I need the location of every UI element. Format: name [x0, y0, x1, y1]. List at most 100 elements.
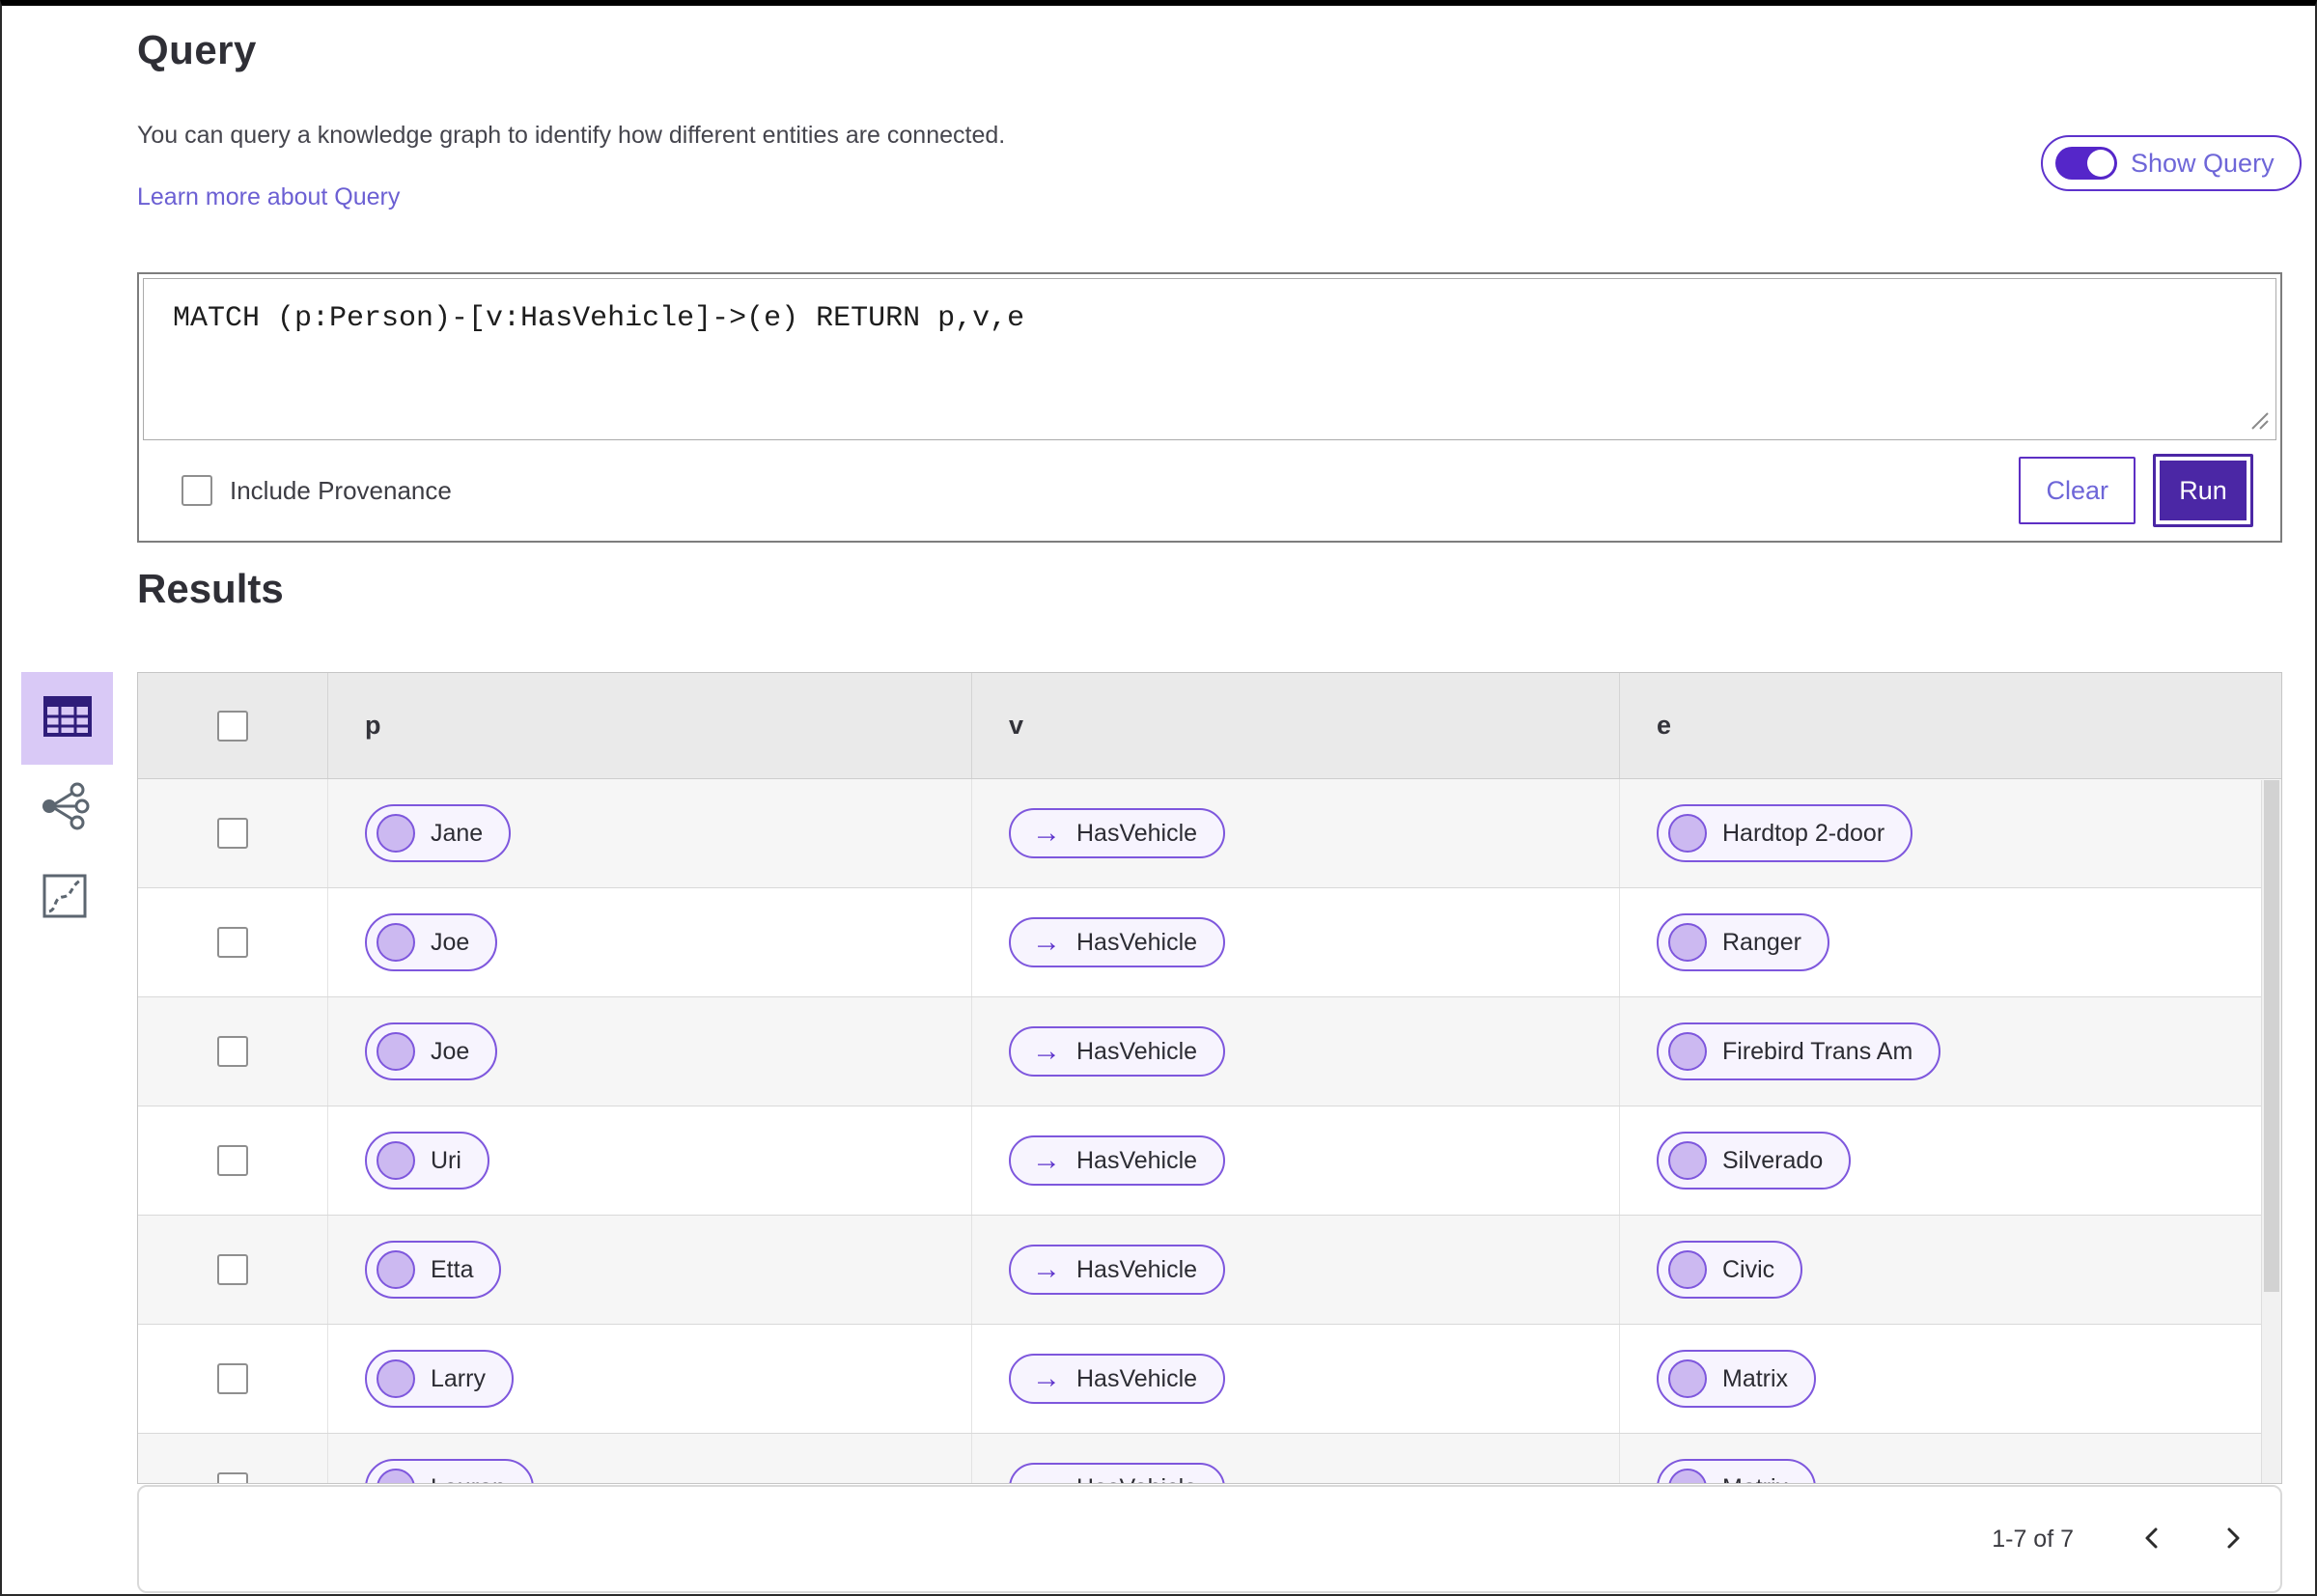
sidebar-item-table-view[interactable] [21, 672, 113, 765]
node-circle-icon [377, 1469, 415, 1483]
table-row: Uri → HasVehicle Silverado [138, 1106, 2281, 1216]
query-console-page: Query You can query a knowledge graph to… [0, 0, 2317, 1596]
select-all-checkbox[interactable] [217, 710, 248, 742]
node-pill-e[interactable]: Ranger [1657, 913, 1829, 971]
edge-label: HasVehicle [1076, 1255, 1198, 1283]
column-header-e[interactable]: e [1619, 673, 2281, 778]
node-circle-icon [1668, 1250, 1707, 1289]
toggle-switch-icon[interactable] [2055, 147, 2117, 180]
node-label: Firebird Trans Am [1722, 1037, 1913, 1065]
row-checkbox[interactable] [217, 1254, 248, 1285]
node-label: Hardtop 2-door [1722, 819, 1885, 847]
table-row: Larry → HasVehicle Matrix [138, 1325, 2281, 1434]
table-row: Joe → HasVehicle Ranger [138, 888, 2281, 997]
include-provenance-label: Include Provenance [230, 475, 452, 505]
edge-label: HasVehicle [1076, 1364, 1198, 1392]
node-pill-e[interactable]: Firebird Trans Am [1657, 1022, 1941, 1080]
node-label: Joe [431, 928, 470, 956]
node-label: Larry [431, 1364, 486, 1392]
node-circle-icon [377, 1250, 415, 1289]
include-provenance-checkbox[interactable] [181, 475, 212, 506]
column-header-v[interactable]: v [971, 673, 1619, 778]
node-circle-icon [377, 1032, 415, 1071]
show-query-label: Show Query [2131, 148, 2275, 178]
scrollbar-thumb[interactable] [2264, 780, 2279, 1292]
arrow-right-icon: → [1032, 817, 1061, 849]
results-table-body: Jane → HasVehicle Hardtop 2-door Joe → H… [138, 779, 2281, 1484]
sidebar-item-map-view[interactable] [36, 868, 94, 926]
clear-button[interactable]: Clear [2019, 457, 2136, 524]
sidebar-item-graph-view[interactable] [36, 778, 94, 836]
row-checkbox[interactable] [217, 818, 248, 849]
table-row: Lauren → HasVehicle Matrix [138, 1434, 2281, 1484]
row-checkbox[interactable] [217, 1036, 248, 1067]
edge-pill-v[interactable]: → HasVehicle [1009, 1026, 1226, 1077]
arrow-right-icon: → [1032, 1035, 1061, 1067]
node-circle-icon [377, 1359, 415, 1398]
learn-more-link[interactable]: Learn more about Query [137, 183, 400, 211]
node-circle-icon [1668, 923, 1707, 962]
edge-pill-v[interactable]: → HasVehicle [1009, 808, 1226, 858]
edge-label: HasVehicle [1076, 1146, 1198, 1174]
node-circle-icon [377, 1141, 415, 1180]
column-header-p[interactable]: p [327, 673, 971, 778]
table-row: Joe → HasVehicle Firebird Trans Am [138, 997, 2281, 1106]
arrow-right-icon: → [1032, 926, 1061, 958]
node-label: Uri [431, 1146, 461, 1174]
node-label: Matrix [1722, 1474, 1788, 1484]
node-circle-icon [1668, 1359, 1707, 1398]
vertical-scrollbar[interactable] [2261, 780, 2281, 1483]
results-table-header: p v e [138, 673, 2281, 779]
node-label: Silverado [1722, 1146, 1824, 1174]
node-label: Etta [431, 1255, 474, 1283]
node-pill-e[interactable]: Civic [1657, 1241, 1803, 1299]
node-label: Civic [1722, 1255, 1775, 1283]
node-circle-icon [1668, 1141, 1707, 1180]
query-description: You can query a knowledge graph to ident… [137, 122, 1006, 149]
node-pill-e[interactable]: Hardtop 2-door [1657, 804, 1913, 862]
edge-pill-v[interactable]: → HasVehicle [1009, 1245, 1226, 1295]
row-checkbox[interactable] [217, 927, 248, 958]
node-pill-p[interactable]: Jane [365, 804, 512, 862]
node-pill-e[interactable]: Matrix [1657, 1350, 1817, 1408]
node-pill-p[interactable]: Uri [365, 1132, 489, 1190]
node-pill-p[interactable]: Joe [365, 913, 498, 971]
query-editor-panel: MATCH (p:Person)-[v:HasVehicle]->(e) RET… [137, 272, 2282, 543]
previous-page-button[interactable] [2130, 1517, 2174, 1561]
arrow-right-icon: → [1032, 1253, 1061, 1285]
node-pill-p[interactable]: Larry [365, 1350, 514, 1408]
node-pill-p[interactable]: Lauren [365, 1459, 534, 1483]
node-pill-p[interactable]: Etta [365, 1241, 502, 1299]
edge-pill-v[interactable]: → HasVehicle [1009, 917, 1226, 967]
row-checkbox[interactable] [217, 1472, 248, 1483]
run-button[interactable]: Run [2153, 454, 2253, 527]
table-row: Etta → HasVehicle Civic [138, 1216, 2281, 1325]
resize-handle-icon[interactable] [2245, 406, 2270, 435]
query-section-title: Query [137, 27, 257, 72]
node-pill-e[interactable]: Silverado [1657, 1132, 1852, 1190]
edge-label: HasVehicle [1076, 1474, 1197, 1484]
node-pill-e[interactable]: Matrix [1657, 1459, 1817, 1484]
arrow-right-icon: → [1032, 1144, 1061, 1176]
query-input[interactable]: MATCH (p:Person)-[v:HasVehicle]->(e) RET… [144, 279, 2275, 439]
map-view-icon [42, 873, 88, 922]
edge-label: HasVehicle [1076, 819, 1198, 847]
node-circle-icon [1668, 1469, 1707, 1483]
pagination-range: 1-7 of 7 [1992, 1525, 2074, 1553]
table-row: Jane → HasVehicle Hardtop 2-door [138, 779, 2281, 888]
node-circle-icon [1668, 1032, 1707, 1071]
edge-pill-v[interactable]: → HasVehicle [1009, 1354, 1226, 1404]
node-label: Joe [431, 1037, 470, 1065]
show-query-toggle[interactable]: Show Query [2041, 135, 2302, 191]
edge-pill-v[interactable]: → HasVehicle [1009, 1463, 1226, 1484]
row-checkbox[interactable] [217, 1145, 248, 1176]
edge-pill-v[interactable]: → HasVehicle [1009, 1135, 1226, 1186]
query-footer: Include Provenance Clear Run [139, 440, 2280, 541]
next-page-button[interactable] [2211, 1517, 2255, 1561]
arrow-right-icon: → [1032, 1362, 1061, 1394]
row-checkbox[interactable] [217, 1363, 248, 1394]
node-circle-icon [377, 814, 415, 853]
chevron-right-icon [2220, 1526, 2246, 1554]
node-pill-p[interactable]: Joe [365, 1022, 498, 1080]
results-section-title: Results [137, 566, 284, 611]
